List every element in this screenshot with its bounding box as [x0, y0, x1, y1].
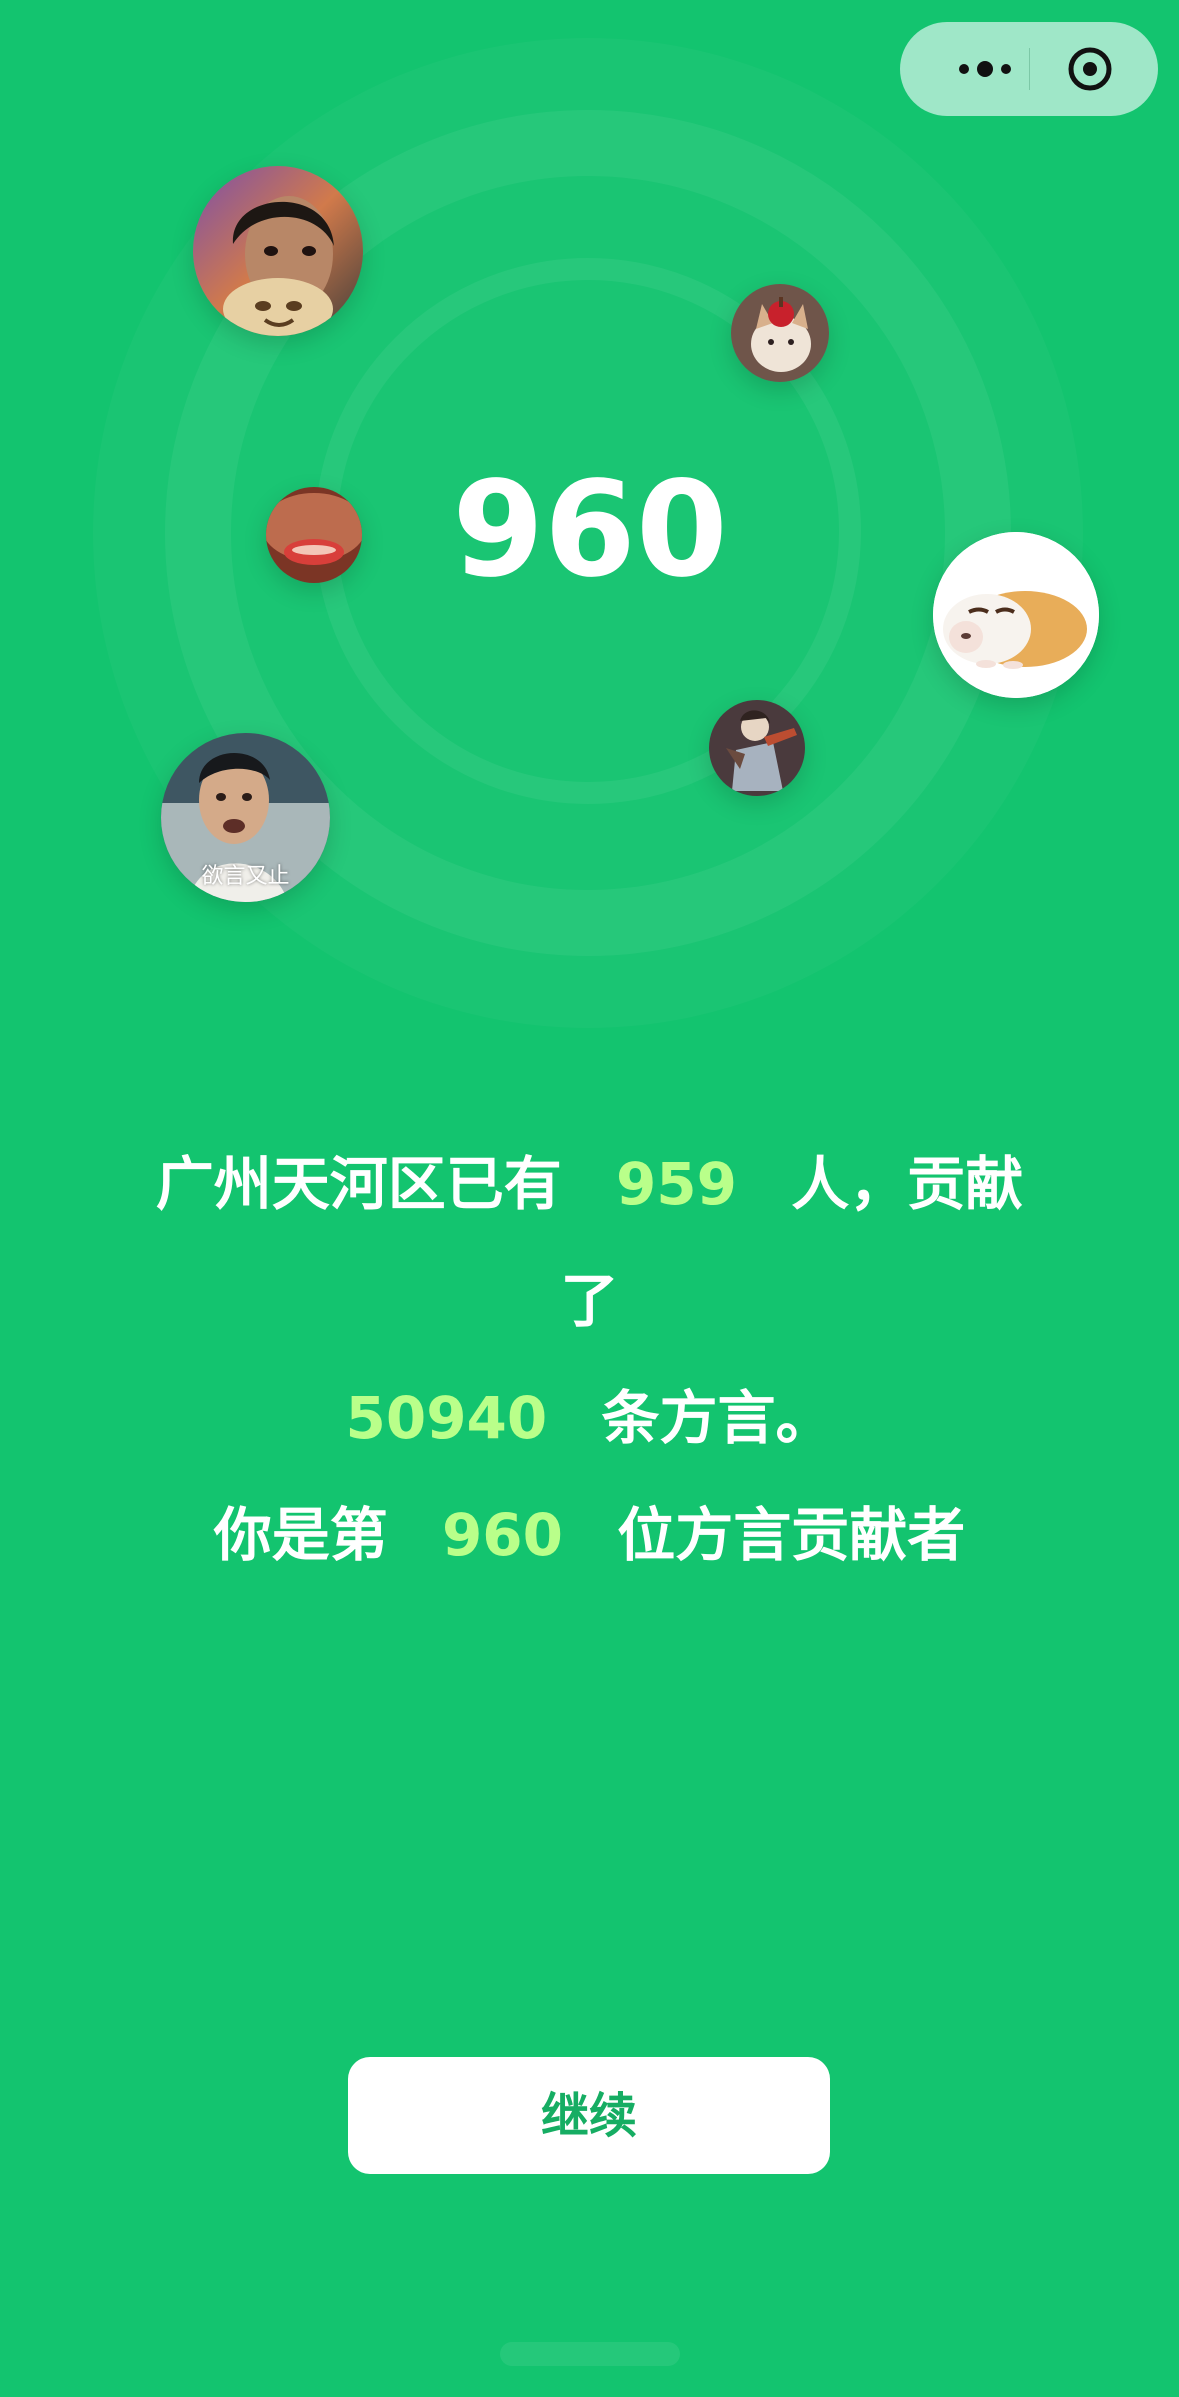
people-count: 959	[615, 1150, 738, 1218]
mini-program-capsule	[900, 22, 1158, 116]
avatar-close-up-mouth	[266, 487, 362, 583]
dialect-count-suffix: 条方言。	[601, 1384, 834, 1452]
dialect-count: 50940	[345, 1384, 548, 1452]
avatar-kitten-with-apple	[731, 284, 829, 382]
contributor-rank: 960	[441, 1501, 564, 1569]
summary-region-text: 广州天河区已有	[155, 1150, 562, 1218]
continue-button[interactable]: 继续	[348, 2057, 830, 2174]
summary-contribution-text: 人，贡献	[791, 1150, 1024, 1218]
summary-line-1: 广州天河区已有 959 人，贡献	[100, 1126, 1079, 1243]
summary-line-3: 50940 条方言。	[100, 1360, 1079, 1477]
contribution-summary: 广州天河区已有 959 人，贡献 了 50940 条方言。 你是第 960 位方…	[100, 1126, 1079, 1594]
avatar-caption: 欲言又止	[201, 864, 290, 889]
more-icon[interactable]	[940, 48, 1030, 90]
contributor-count: 960	[452, 453, 728, 607]
summary-line-4: 你是第 960 位方言贡献者	[100, 1477, 1079, 1594]
avatar-man-speaking: 欲言又止	[161, 733, 330, 902]
avatar-sleeping-guinea-pig	[933, 532, 1099, 698]
summary-line-2: 了	[560, 1267, 619, 1335]
record-icon[interactable]	[1065, 44, 1115, 94]
avatar-woman-with-cookie	[193, 166, 363, 336]
capsule-divider	[1029, 48, 1030, 90]
watermark-placeholder	[500, 2342, 680, 2366]
rank-suffix: 位方言贡献者	[617, 1501, 966, 1569]
avatar-game-character	[709, 700, 805, 796]
rank-prefix: 你是第	[213, 1501, 388, 1569]
